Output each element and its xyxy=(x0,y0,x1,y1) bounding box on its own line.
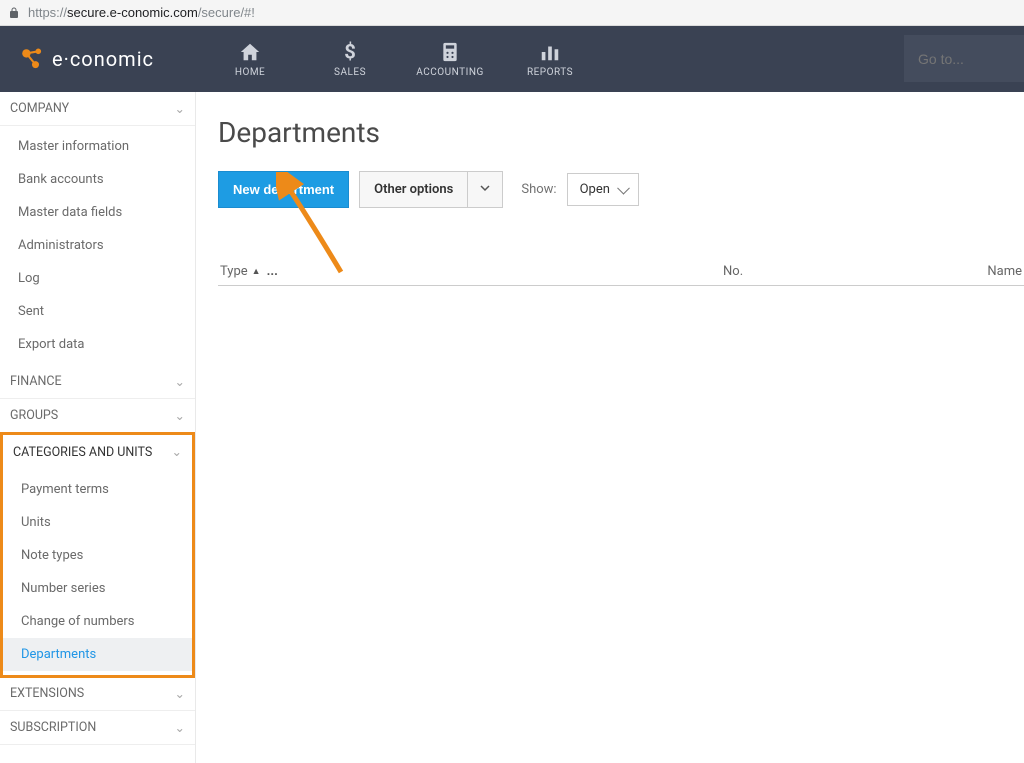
sidebar-item-export-data[interactable]: Export data xyxy=(0,328,195,361)
sidebar-item-change-of-numbers[interactable]: Change of numbers xyxy=(3,605,192,638)
section-title: CATEGORIES AND UNITS xyxy=(13,445,152,460)
sidebar-item-payment-terms[interactable]: Payment terms xyxy=(3,473,192,506)
show-filter-select[interactable]: Open xyxy=(567,173,639,206)
browser-url[interactable]: https://secure.e-conomic.com/secure/#! xyxy=(28,5,255,20)
column-no[interactable]: No. xyxy=(723,264,973,279)
section-title: FINANCE xyxy=(10,374,62,389)
column-type[interactable]: Type xyxy=(220,264,248,279)
section-title: GROUPS xyxy=(10,408,58,423)
nav-home[interactable]: HOME xyxy=(220,41,280,78)
sidebar-item-note-types[interactable]: Note types xyxy=(3,539,192,572)
other-options-label: Other options xyxy=(360,172,467,207)
show-label: Show: xyxy=(513,182,556,197)
sidebar-section-finance: FINANCE ⌄ xyxy=(0,365,195,399)
brand-name: e·conomic xyxy=(52,47,154,71)
section-header-finance[interactable]: FINANCE ⌄ xyxy=(0,365,195,399)
nav-sales[interactable]: $ SALES xyxy=(320,41,380,78)
global-search-input[interactable] xyxy=(904,35,1024,82)
logo-mark-icon xyxy=(18,45,46,73)
sidebar-item-master-data-fields[interactable]: Master data fields xyxy=(0,196,195,229)
chevron-down-icon: ⌄ xyxy=(175,374,185,390)
dollar-icon: $ xyxy=(339,41,361,63)
toolbar: New department Other options Show: Open xyxy=(218,171,1024,208)
sidebar-item-log[interactable]: Log xyxy=(0,262,195,295)
sidebar-section-categories-and-units: CATEGORIES AND UNITS ⌄ Payment terms Uni… xyxy=(0,432,195,678)
table-header-row: Type ▲ ... No. Name xyxy=(218,224,1024,286)
section-title: COMPANY xyxy=(10,101,69,116)
sidebar-section-subscription: SUBSCRIPTION ⌄ xyxy=(0,711,195,745)
sidebar-item-master-information[interactable]: Master information xyxy=(0,130,195,163)
sidebar-section-company: COMPANY ⌄ Master information Bank accoun… xyxy=(0,92,195,365)
section-title: EXTENSIONS xyxy=(10,686,84,701)
section-header-categories[interactable]: CATEGORIES AND UNITS ⌄ xyxy=(3,435,192,469)
sort-asc-icon[interactable]: ▲ xyxy=(252,266,261,277)
sidebar-item-number-series[interactable]: Number series xyxy=(3,572,192,605)
bars-icon xyxy=(539,41,561,63)
nav-label: REPORTS xyxy=(527,67,573,78)
sidebar-item-sent[interactable]: Sent xyxy=(0,295,195,328)
show-filter-value: Open xyxy=(580,182,610,197)
sidebar-item-departments[interactable]: Departments xyxy=(3,638,192,671)
section-header-extensions[interactable]: EXTENSIONS ⌄ xyxy=(0,677,195,711)
sidebar: COMPANY ⌄ Master information Bank accoun… xyxy=(0,92,196,763)
url-path: /secure/#! xyxy=(198,5,255,20)
sidebar-item-administrators[interactable]: Administrators xyxy=(0,229,195,262)
main-content: Departments New department Other options… xyxy=(196,92,1024,763)
chevron-down-icon[interactable] xyxy=(467,172,502,207)
section-header-groups[interactable]: GROUPS ⌄ xyxy=(0,399,195,433)
section-header-company[interactable]: COMPANY ⌄ xyxy=(0,92,195,126)
section-header-subscription[interactable]: SUBSCRIPTION ⌄ xyxy=(0,711,195,745)
top-nav: HOME $ SALES ACCOUNTING REPORTS xyxy=(220,41,580,78)
column-name[interactable]: Name xyxy=(973,264,1024,279)
chevron-down-icon: ⌄ xyxy=(175,686,185,702)
url-scheme: https:// xyxy=(28,5,67,20)
chevron-down-icon: ⌄ xyxy=(175,720,185,736)
other-options-button[interactable]: Other options xyxy=(359,171,503,208)
nav-label: ACCOUNTING xyxy=(416,67,483,78)
chevron-down-icon: ⌄ xyxy=(175,101,185,117)
sidebar-section-extensions: EXTENSIONS ⌄ xyxy=(0,677,195,711)
brand-logo[interactable]: e·conomic xyxy=(18,45,154,73)
column-options-icon[interactable]: ... xyxy=(265,264,278,279)
sidebar-item-units[interactable]: Units xyxy=(3,506,192,539)
chevron-down-icon: ⌄ xyxy=(172,444,182,460)
page-title: Departments xyxy=(218,116,1024,149)
section-title: SUBSCRIPTION xyxy=(10,720,96,735)
browser-url-bar: https://secure.e-conomic.com/secure/#! xyxy=(0,0,1024,26)
url-host: secure.e-conomic.com xyxy=(67,5,198,20)
nav-label: HOME xyxy=(235,67,265,78)
chevron-down-icon: ⌄ xyxy=(175,408,185,424)
nav-reports[interactable]: REPORTS xyxy=(520,41,580,78)
sidebar-section-groups: GROUPS ⌄ xyxy=(0,399,195,433)
app-header: e·conomic HOME $ SALES ACCOUNTING REPORT… xyxy=(0,26,1024,92)
calculator-icon xyxy=(440,41,460,63)
home-icon xyxy=(238,41,262,63)
nav-accounting[interactable]: ACCOUNTING xyxy=(420,41,480,78)
new-department-button[interactable]: New department xyxy=(218,171,349,208)
sidebar-item-bank-accounts[interactable]: Bank accounts xyxy=(0,163,195,196)
svg-text:$: $ xyxy=(344,41,356,63)
nav-label: SALES xyxy=(334,67,366,78)
lock-icon xyxy=(8,7,20,19)
